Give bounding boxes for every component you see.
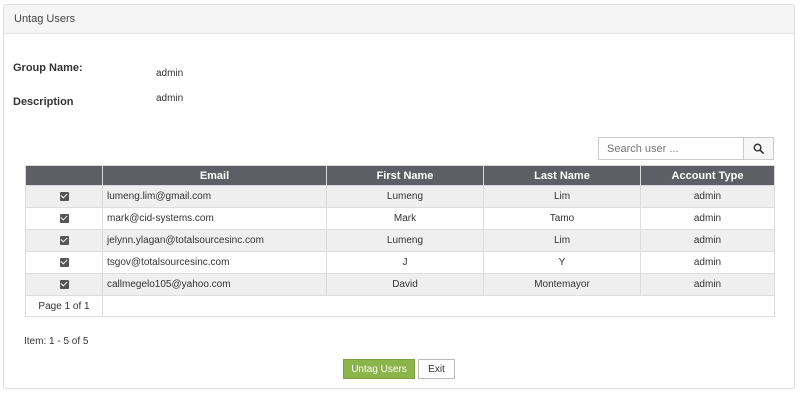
header-account-type[interactable]: Account Type xyxy=(640,165,775,186)
email-cell: lumeng.lim@gmail.com xyxy=(102,185,327,208)
first-name-cell: Lumeng xyxy=(326,185,484,208)
first-name-cell: Lumeng xyxy=(326,229,484,252)
first-name-cell: J xyxy=(326,251,484,274)
untag-users-button[interactable]: Untag Users xyxy=(343,359,415,379)
row-checkbox-cell[interactable] xyxy=(25,229,103,252)
item-count: Item: 1 - 5 of 5 xyxy=(24,336,89,347)
table-row[interactable]: mark@cid-systems.com Mark Tamo admin xyxy=(25,207,775,230)
account-type-cell: admin xyxy=(640,251,775,274)
exit-button[interactable]: Exit xyxy=(418,359,455,379)
header-first-name[interactable]: First Name xyxy=(326,165,484,186)
last-name-cell: Montemayor xyxy=(483,273,641,296)
page-indicator: Page 1 of 1 xyxy=(25,295,103,317)
header-email[interactable]: Email xyxy=(102,165,327,186)
header-select[interactable] xyxy=(25,165,103,186)
description-value: admin xyxy=(156,93,184,104)
table-row[interactable]: jelynn.ylagan@totalsourcesinc.com Lumeng… xyxy=(25,229,775,252)
group-name-label: Group Name: xyxy=(13,62,83,74)
last-name-cell: Lim xyxy=(483,185,641,208)
first-name-cell: Mark xyxy=(326,207,484,230)
table-row[interactable]: lumeng.lim@gmail.com Lumeng Lim admin xyxy=(25,185,775,208)
last-name-cell: Tamo xyxy=(483,207,641,230)
row-checkbox-cell[interactable] xyxy=(25,185,103,208)
account-type-cell: admin xyxy=(640,273,775,296)
last-name-cell: Lim xyxy=(483,229,641,252)
pager-spacer xyxy=(102,295,775,317)
table-row[interactable]: callmegelo105@yahoo.com David Montemayor… xyxy=(25,273,775,296)
checkbox-checked[interactable] xyxy=(59,213,69,223)
checkbox-checked[interactable] xyxy=(59,257,69,267)
search-box xyxy=(598,137,774,160)
row-checkbox-cell[interactable] xyxy=(25,207,103,230)
first-name-cell: David xyxy=(326,273,484,296)
row-checkbox-cell[interactable] xyxy=(25,273,103,296)
checkbox-checked[interactable] xyxy=(59,235,69,245)
last-name-cell: Y xyxy=(483,251,641,274)
checkbox-checked[interactable] xyxy=(59,279,69,289)
row-checkbox-cell[interactable] xyxy=(25,251,103,274)
description-label: Description xyxy=(13,96,74,108)
account-type-cell: admin xyxy=(640,229,775,252)
header-last-name[interactable]: Last Name xyxy=(483,165,641,186)
panel-title: Untag Users xyxy=(4,5,794,34)
account-type-cell: admin xyxy=(640,207,775,230)
users-table: Email First Name Last Name Account Type … xyxy=(25,165,775,317)
email-cell: mark@cid-systems.com xyxy=(102,207,327,230)
email-cell: tsgov@totalsourcesinc.com xyxy=(102,251,327,274)
search-icon xyxy=(753,143,764,154)
search-input[interactable] xyxy=(599,138,745,159)
email-cell: callmegelo105@yahoo.com xyxy=(102,273,327,296)
table-header-row: Email First Name Last Name Account Type xyxy=(25,165,775,186)
search-button[interactable] xyxy=(743,138,773,159)
pager-row: Page 1 of 1 xyxy=(25,295,775,317)
group-name-value: admin xyxy=(156,68,184,79)
account-type-cell: admin xyxy=(640,185,775,208)
checkbox-checked[interactable] xyxy=(59,191,69,201)
table-row[interactable]: tsgov@totalsourcesinc.com J Y admin xyxy=(25,251,775,274)
email-cell: jelynn.ylagan@totalsourcesinc.com xyxy=(102,229,327,252)
